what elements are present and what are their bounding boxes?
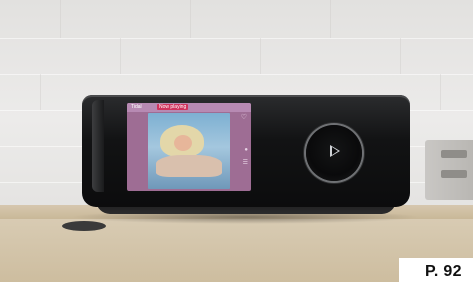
page-number: P. 92 xyxy=(425,263,462,280)
album-art xyxy=(148,113,230,189)
app-label: Now playing xyxy=(157,104,189,110)
brick-joint xyxy=(400,38,401,74)
bracket-slot xyxy=(441,150,467,158)
brick-joint xyxy=(440,74,441,110)
app-logo: Tidal xyxy=(131,104,142,110)
brick-row xyxy=(0,38,473,39)
brick-joint xyxy=(40,74,41,110)
brick-row xyxy=(0,74,473,75)
brick-joint xyxy=(190,0,191,38)
brick-joint xyxy=(60,0,61,38)
screen-status-bar: Tidal Now playing xyxy=(127,103,251,112)
brick-joint xyxy=(260,38,261,74)
brick-joint xyxy=(120,38,121,74)
brick-joint xyxy=(330,0,331,38)
album-figure-face xyxy=(174,135,192,151)
device-edge xyxy=(92,100,104,192)
photo: Tidal Now playing ♡ ● ☰ P. 92 xyxy=(0,0,473,282)
wall-bracket xyxy=(425,140,473,200)
heart-icon[interactable]: ♡ xyxy=(241,113,247,121)
bracket-slot xyxy=(441,170,467,178)
coaster xyxy=(62,221,106,231)
speaker-icon[interactable]: ● xyxy=(244,147,248,153)
play-icon[interactable] xyxy=(330,145,340,157)
device-screen[interactable]: Tidal Now playing ♡ ● ☰ xyxy=(127,103,251,191)
queue-icon[interactable]: ☰ xyxy=(243,159,248,166)
album-figure-body xyxy=(156,155,222,177)
